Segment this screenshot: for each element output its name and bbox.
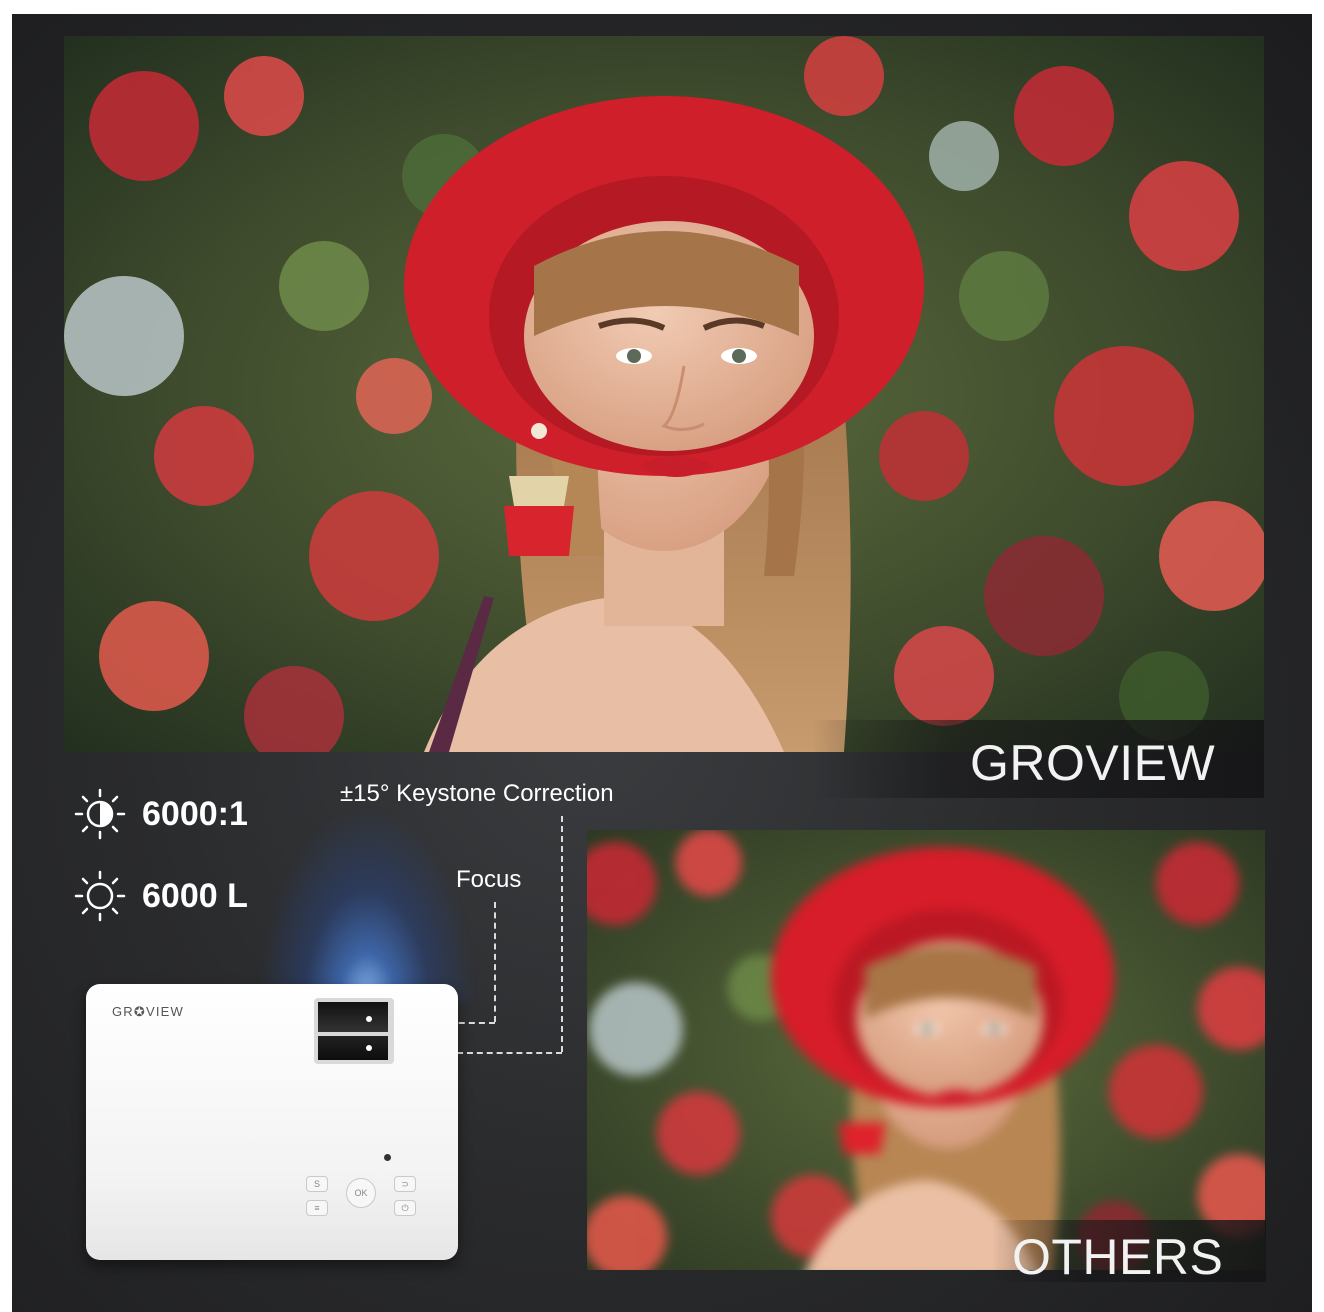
projector-brand-logo: GR✪VIEW <box>112 1004 185 1019</box>
groview-projection-photo <box>64 36 1264 752</box>
others-label: OTHERS <box>1012 1229 1224 1285</box>
groview-label: GROVIEW <box>970 735 1216 791</box>
product-comparison-panel: GROVIEW OTHERS 6000:1 6000 L ±15° Keysto… <box>12 14 1312 1312</box>
focus-wheel-marker <box>366 1045 372 1051</box>
contrast-icon <box>74 788 126 840</box>
focus-leader-vertical <box>494 902 496 1022</box>
keystone-wheel-marker <box>366 1016 372 1022</box>
back-key[interactable]: ⊃ <box>394 1176 416 1192</box>
source-key[interactable]: S <box>306 1176 328 1192</box>
projector-device: GR✪VIEW S ≡ OK ⊃ ⏻ <box>86 984 458 1260</box>
menu-key[interactable]: ≡ <box>306 1200 328 1216</box>
control-keypad: S ≡ OK ⊃ ⏻ <box>306 1166 422 1228</box>
light-beam <box>257 804 477 1004</box>
ok-key[interactable]: OK <box>346 1178 376 1208</box>
keystone-wheel[interactable] <box>318 1002 388 1032</box>
keystone-leader-vertical <box>561 816 563 1052</box>
brightness-spec: 6000 L <box>72 868 248 924</box>
others-projection-photo <box>587 830 1265 1270</box>
brightness-icon <box>74 870 126 922</box>
brightness-value: 6000 L <box>142 876 248 915</box>
contrast-value: 6000:1 <box>142 794 248 833</box>
contrast-spec: 6000:1 <box>72 786 248 842</box>
focus-wheel[interactable] <box>318 1036 388 1060</box>
power-key[interactable]: ⏻ <box>394 1200 416 1216</box>
power-led <box>384 1154 391 1161</box>
